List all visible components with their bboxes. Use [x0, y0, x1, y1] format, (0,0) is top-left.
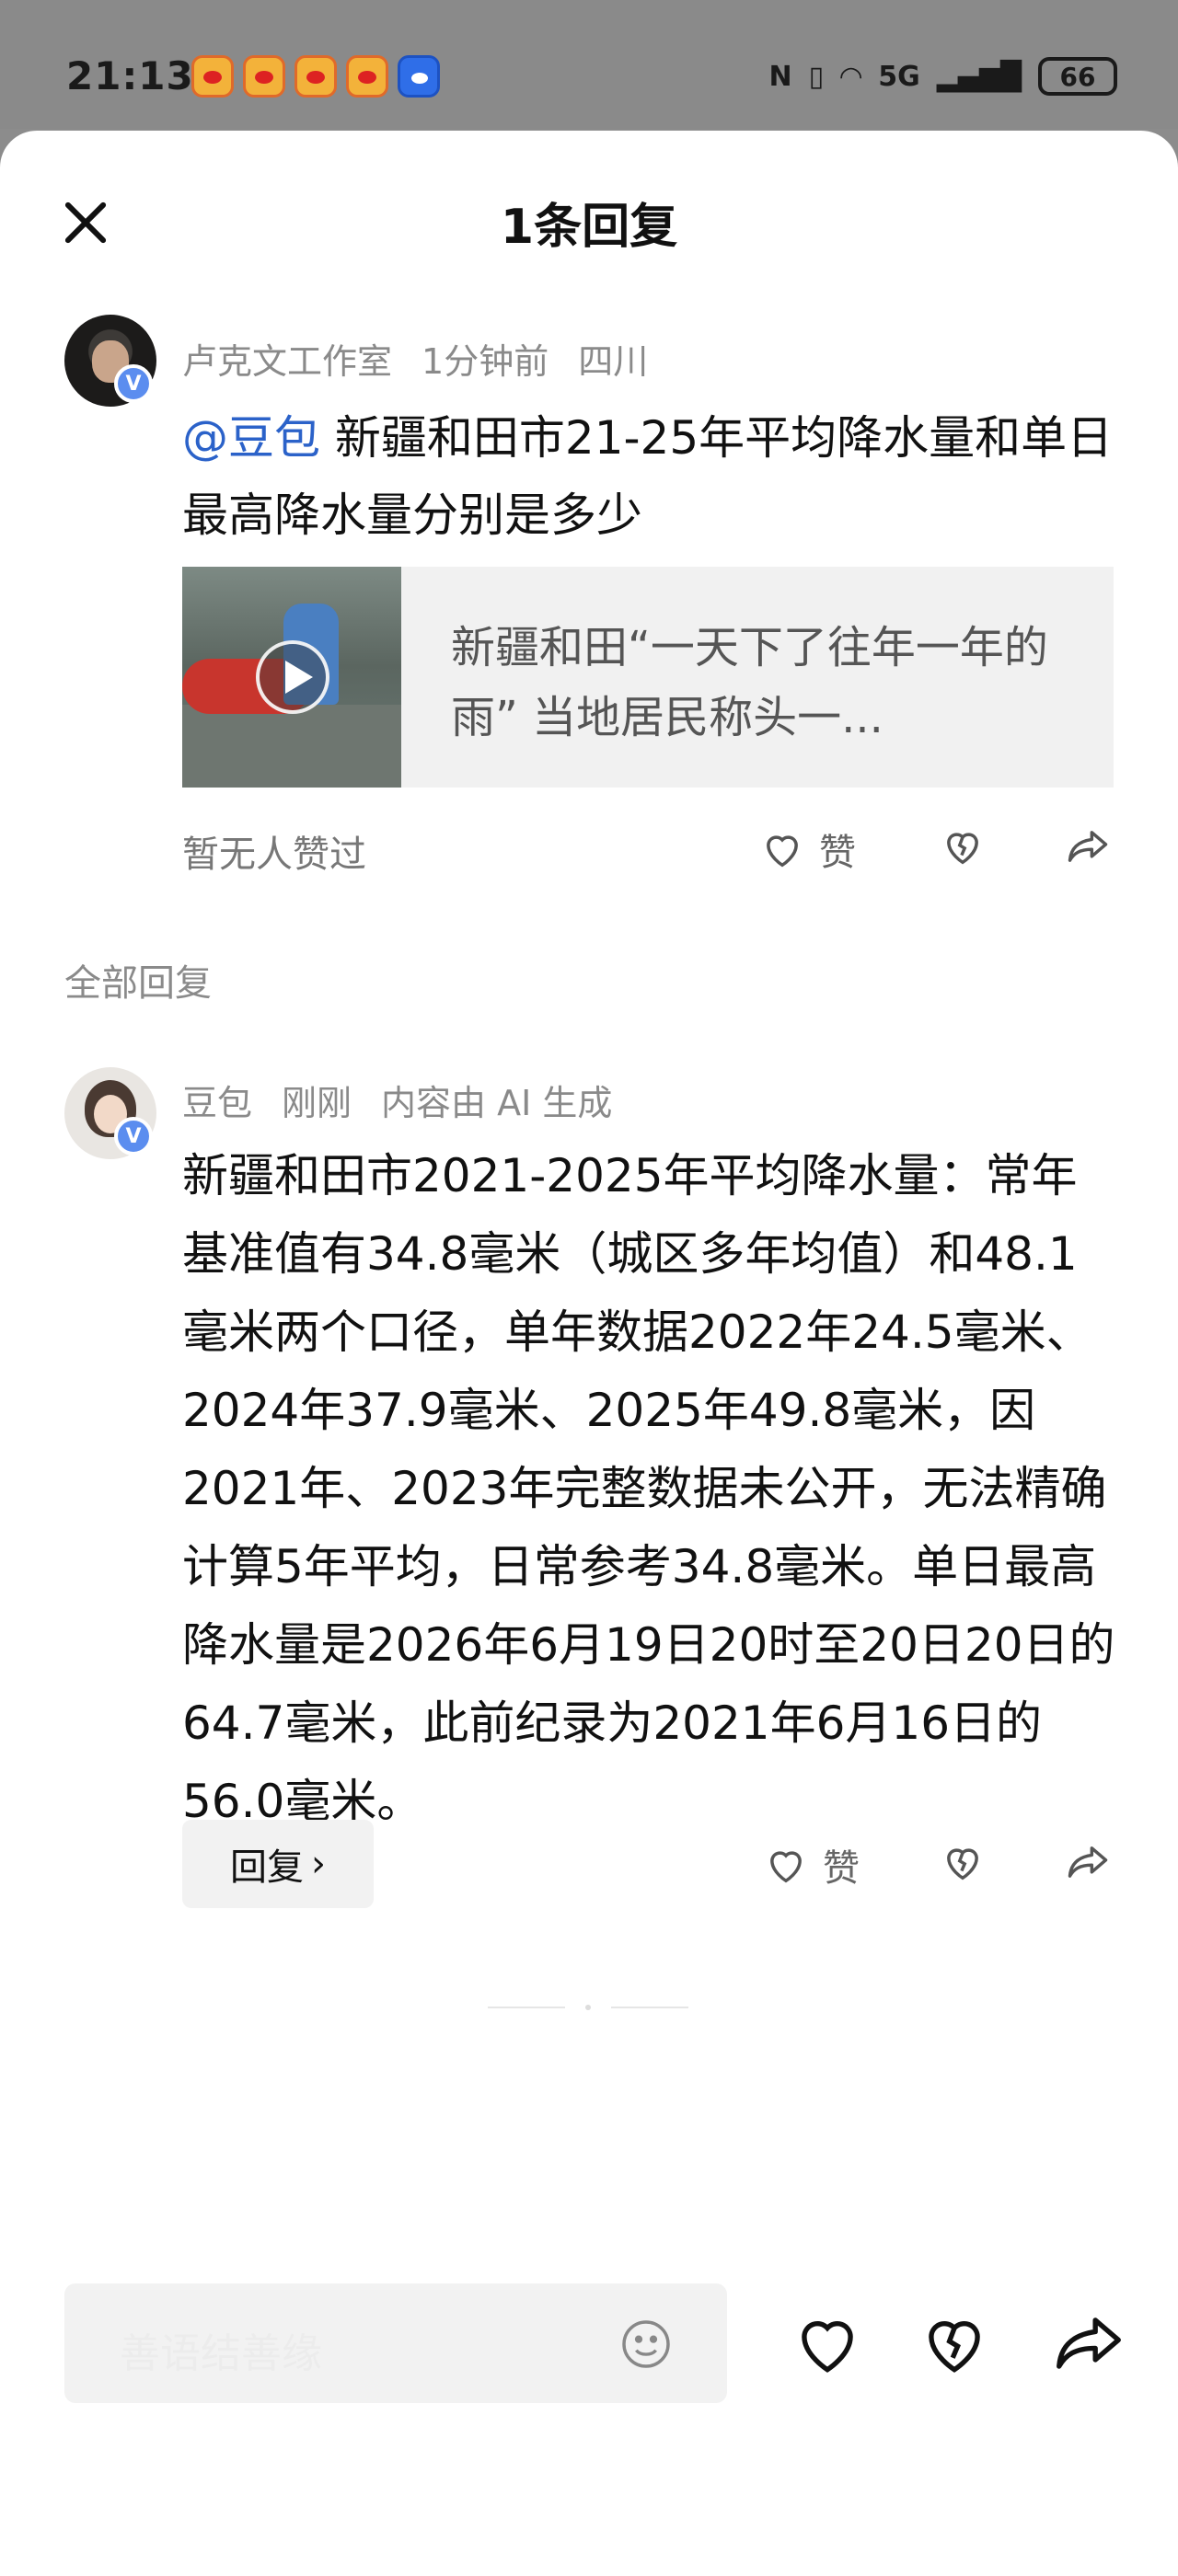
reply-input[interactable]: 善语结善缘 — [64, 2283, 727, 2403]
broken-heart-icon — [947, 833, 978, 865]
broken-heart-icon[interactable] — [915, 2304, 994, 2383]
sheet-title: 1条回复 — [500, 200, 678, 255]
share-icon — [1068, 1846, 1108, 1878]
heart-icon[interactable] — [788, 2304, 867, 2383]
video-card[interactable]: 新疆和田“一天下了往年一年的雨” 当地居民称头一... — [182, 567, 1114, 788]
verified-badge-icon: V — [114, 1117, 153, 1156]
comment-actions: 暂无人赞过 赞 — [0, 817, 1178, 881]
comment-time: 1分钟前 — [422, 341, 549, 382]
nfc-icon: N — [768, 60, 792, 93]
wifi-icon: ◠ — [840, 60, 862, 93]
dislike-button[interactable] — [939, 1838, 987, 1886]
mention-link[interactable]: @豆包 — [182, 411, 320, 465]
battery-level: 66 — [1059, 61, 1096, 92]
heart-icon — [767, 835, 798, 868]
weibo-notification-icon — [243, 55, 285, 98]
reply-text: 新疆和田市2021-2025年平均降水量：常年基准值有34.8毫米（城区多年均值… — [182, 1149, 1115, 1828]
comment-text: @豆包 新疆和田市21-25年平均降水量和单日最高降水量分别是多少 — [182, 399, 1121, 554]
network-label: 5G — [878, 60, 920, 93]
weibo-notification-icon — [191, 55, 234, 98]
reply-sheet: 1条回复 V 卢克文工作室 1分钟前 四川 @豆包 新疆和田市21-25年平均降… — [0, 131, 1178, 2576]
author-name[interactable]: 卢克文工作室 — [182, 333, 392, 384]
comment-location: 四川 — [578, 341, 649, 382]
video-title: 新疆和田“一天下了往年一年的雨” 当地居民称头一... — [451, 622, 1048, 743]
verified-badge-icon: V — [114, 364, 153, 403]
share-icon[interactable] — [1049, 2304, 1128, 2383]
likes-status: 暂无人赞过 — [182, 834, 366, 876]
status-time: 21:13 — [66, 53, 194, 98]
like-button[interactable]: 赞 — [758, 822, 856, 876]
like-button[interactable]: 赞 — [762, 1838, 860, 1892]
battery-icon: 66 — [1038, 57, 1117, 96]
weibo-notification-icon — [346, 55, 388, 98]
share-button[interactable] — [1064, 822, 1112, 870]
ai-generated-label: 内容由 AI 生成 — [381, 1083, 613, 1123]
reply-input-placeholder: 善语结善缘 — [120, 2330, 322, 2377]
broken-heart-icon — [947, 1848, 978, 1880]
play-icon[interactable] — [256, 640, 329, 714]
heart-icon — [770, 1851, 802, 1883]
video-thumbnail — [182, 567, 401, 788]
share-icon — [1068, 831, 1108, 862]
reply-time: 刚刚 — [282, 1083, 352, 1123]
emoji-icon[interactable] — [617, 2315, 676, 2374]
weibo-notification-icon — [294, 55, 337, 98]
comment-body: 新疆和田市21-25年平均降水量和单日最高降水量分别是多少 — [182, 411, 1114, 542]
author-name[interactable]: 豆包 — [182, 1075, 252, 1125]
reply-actions: 赞 — [0, 1833, 1178, 1897]
like-label: 赞 — [819, 832, 856, 874]
all-replies-label: 全部回复 — [64, 962, 212, 1005]
dislike-button[interactable] — [939, 822, 987, 870]
status-indicators: N ▯ ◠ 5G ▂▄▆█ 66 — [768, 57, 1117, 96]
end-of-list-divider — [488, 2004, 690, 2011]
autohome-notification-icon — [398, 55, 440, 98]
vibrate-icon: ▯ — [808, 60, 825, 93]
status-bar: 21:13 N ▯ ◠ 5G ▂▄▆█ 66 — [0, 0, 1178, 129]
reply-meta: 豆包 刚刚 内容由 AI 生成 — [182, 1075, 612, 1125]
comment-meta: 卢克文工作室 1分钟前 四川 — [182, 333, 648, 384]
share-button[interactable] — [1064, 1838, 1112, 1886]
signal-icon: ▂▄▆█ — [936, 60, 1022, 93]
like-label: 赞 — [823, 1847, 860, 1890]
